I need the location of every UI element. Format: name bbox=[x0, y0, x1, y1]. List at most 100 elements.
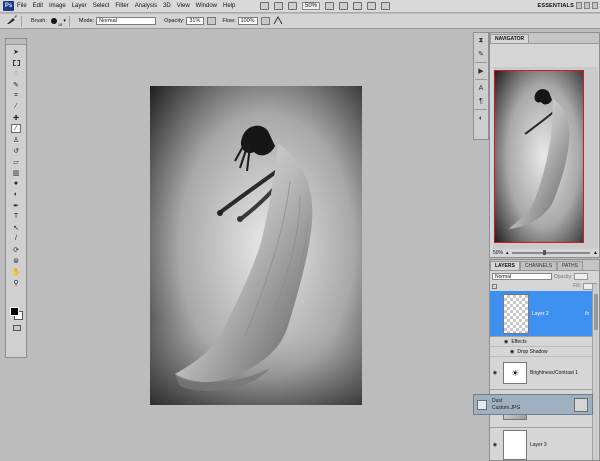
character-panel-icon[interactable]: A bbox=[476, 83, 486, 93]
layer-row-layer-3[interactable]: ◉ Layer 3 bbox=[490, 428, 592, 460]
eyedropper-icon[interactable]: ⁄ bbox=[11, 102, 21, 111]
zoom-out-icon[interactable]: ▴ bbox=[506, 250, 509, 256]
close-icon[interactable] bbox=[592, 2, 598, 9]
hand-tool-icon[interactable] bbox=[325, 2, 335, 10]
layer-row-layer-2[interactable]: Layer 2 fx bbox=[490, 291, 592, 337]
layer-opacity-field[interactable] bbox=[574, 273, 589, 280]
minimize-icon[interactable] bbox=[576, 2, 582, 9]
navigator-panel: NAVIGATOR 50% ▴ ▲ bbox=[489, 32, 600, 258]
visibility-eye-icon[interactable]: ◉ bbox=[490, 442, 500, 448]
orbit-3d-icon[interactable]: ⊛ bbox=[11, 256, 21, 265]
visibility-eye-icon[interactable]: ◉ bbox=[490, 370, 500, 376]
zoom-level-select[interactable]: 50% bbox=[302, 2, 321, 10]
zoom-icon[interactable]: ⚲ bbox=[11, 278, 21, 287]
type-icon[interactable]: T bbox=[11, 212, 21, 221]
healing-icon[interactable]: ✚ bbox=[11, 113, 21, 122]
lasso-icon[interactable]: ◌ bbox=[11, 69, 21, 78]
menu-layer[interactable]: Layer bbox=[69, 3, 90, 9]
slider-knob[interactable] bbox=[542, 249, 546, 255]
tab-layers[interactable]: LAYERS bbox=[490, 261, 520, 270]
menu-image[interactable]: Image bbox=[46, 3, 69, 9]
effects-label: Effects bbox=[511, 338, 527, 345]
divider bbox=[21, 15, 22, 27]
menu-bar: Ps File Edit Image Layer Select Filter A… bbox=[0, 0, 600, 13]
menu-file[interactable]: File bbox=[14, 3, 30, 9]
path-select-icon[interactable]: ↖ bbox=[11, 223, 21, 232]
navigator-zoom-value[interactable]: 50% bbox=[493, 250, 503, 256]
quick-select-icon[interactable]: ✎ bbox=[11, 80, 21, 89]
marquee-icon[interactable] bbox=[11, 58, 21, 67]
brush-preview-icon[interactable] bbox=[50, 18, 57, 24]
menu-view[interactable]: View bbox=[174, 3, 193, 9]
document-canvas[interactable] bbox=[150, 86, 362, 405]
menu-edit[interactable]: Edit bbox=[30, 3, 46, 9]
window-controls bbox=[576, 2, 598, 9]
navigator-tabbar: NAVIGATOR bbox=[490, 33, 599, 44]
gradient-icon[interactable]: ▥ bbox=[11, 168, 21, 177]
brush-tool-preset-icon[interactable] bbox=[6, 15, 18, 27]
menu-window[interactable]: Window bbox=[193, 3, 220, 9]
rotate-view-icon[interactable] bbox=[353, 2, 363, 10]
foreground-color-swatch[interactable] bbox=[10, 307, 19, 316]
eraser-icon[interactable]: ▱ bbox=[11, 157, 21, 166]
fx-icon[interactable]: fx bbox=[585, 311, 589, 317]
brush-presets-icon[interactable]: ✎ bbox=[476, 49, 486, 59]
screen-mode-icon[interactable] bbox=[381, 2, 391, 10]
maximize-icon[interactable] bbox=[584, 2, 590, 9]
bridge-icon[interactable] bbox=[260, 2, 269, 10]
brush-dropdown-icon[interactable]: ▾ bbox=[63, 18, 66, 24]
tablet-opacity-icon[interactable] bbox=[207, 17, 217, 25]
layer-effects-row[interactable]: ◉ Effects bbox=[490, 337, 592, 347]
tab-navigator[interactable]: NAVIGATOR bbox=[490, 34, 530, 43]
layer-thumbnail bbox=[503, 293, 529, 334]
quick-mask-icon[interactable] bbox=[13, 325, 21, 331]
blend-mode-select[interactable]: Normal bbox=[492, 273, 552, 280]
crop-icon[interactable]: ⌗ bbox=[11, 91, 21, 100]
view-extras-icon[interactable] bbox=[288, 2, 297, 10]
pen-icon[interactable]: ✒ bbox=[11, 201, 21, 210]
tools-panel: ➤ ◌ ✎ ⌗ ⁄ ✚ ∕ ♙ ↺ ▱ ▥ ● ◐ ✒ T ↖ / ⟳ ⊛ ✋ … bbox=[5, 38, 27, 358]
effects-eye-icon[interactable]: ◉ bbox=[504, 339, 508, 345]
menu-filter[interactable]: Filter bbox=[112, 3, 131, 9]
blur-icon[interactable]: ● bbox=[11, 179, 21, 188]
menu-3d[interactable]: 3D bbox=[160, 3, 174, 9]
dodge-icon[interactable]: ◐ bbox=[11, 190, 21, 199]
menu-select[interactable]: Select bbox=[90, 3, 113, 9]
menu-help[interactable]: Help bbox=[220, 3, 238, 9]
zoom-tool-icon[interactable] bbox=[339, 2, 349, 10]
tools-panel-grip[interactable] bbox=[6, 39, 26, 45]
clone-stamp-icon[interactable]: ♙ bbox=[11, 135, 21, 144]
tab-paths[interactable]: PATHS bbox=[557, 261, 583, 270]
masks-panel-icon[interactable]: ◐ bbox=[476, 113, 486, 123]
menu-analysis[interactable]: Analysis bbox=[132, 3, 160, 9]
tab-channels[interactable]: CHANNELS bbox=[519, 261, 558, 270]
zoom-in-icon[interactable]: ▲ bbox=[593, 250, 598, 256]
airbrush-icon[interactable] bbox=[260, 17, 270, 25]
tablet-size-icon[interactable] bbox=[273, 15, 283, 27]
layers-scrollbar[interactable] bbox=[592, 284, 598, 460]
lock-icon[interactable] bbox=[492, 283, 497, 289]
rotate-3d-icon[interactable]: ⟳ bbox=[11, 245, 21, 254]
mini-bridge-icon[interactable] bbox=[274, 2, 283, 10]
layer-row-brightness-contrast[interactable]: ◉ ☀ Brightness/Contrast 1 bbox=[490, 357, 592, 390]
mode-select[interactable]: Normal bbox=[96, 17, 157, 25]
drop-shadow-eye-icon[interactable]: ◉ bbox=[510, 349, 514, 355]
actions-panel-icon[interactable]: ▶ bbox=[476, 66, 486, 76]
shape-icon[interactable]: / bbox=[11, 234, 21, 243]
navigator-view-box[interactable] bbox=[494, 70, 584, 243]
navigator-zoom-slider[interactable] bbox=[511, 249, 591, 255]
hand-icon[interactable]: ✋ bbox=[11, 267, 21, 276]
brush-icon[interactable]: ∕ bbox=[11, 124, 21, 133]
opacity-field[interactable]: 31% bbox=[186, 17, 205, 25]
layer-name: Layer 3 bbox=[530, 441, 547, 448]
arrange-documents-icon[interactable] bbox=[367, 2, 377, 10]
application-bar-tools: 50% bbox=[260, 2, 391, 10]
workspace-switcher[interactable]: ESSENTIALS bbox=[537, 3, 574, 9]
move-icon[interactable]: ➤ bbox=[11, 47, 21, 56]
history-brush-icon[interactable]: ↺ bbox=[11, 146, 21, 155]
drop-shadow-row[interactable]: ◉ Drop Shadow bbox=[490, 347, 592, 357]
paragraph-panel-icon[interactable]: ¶ bbox=[476, 96, 486, 106]
history-panel-icon[interactable]: ⧗ bbox=[476, 36, 486, 46]
flow-field[interactable]: 100% bbox=[237, 17, 258, 25]
scrollbar-thumb[interactable] bbox=[594, 294, 598, 330]
